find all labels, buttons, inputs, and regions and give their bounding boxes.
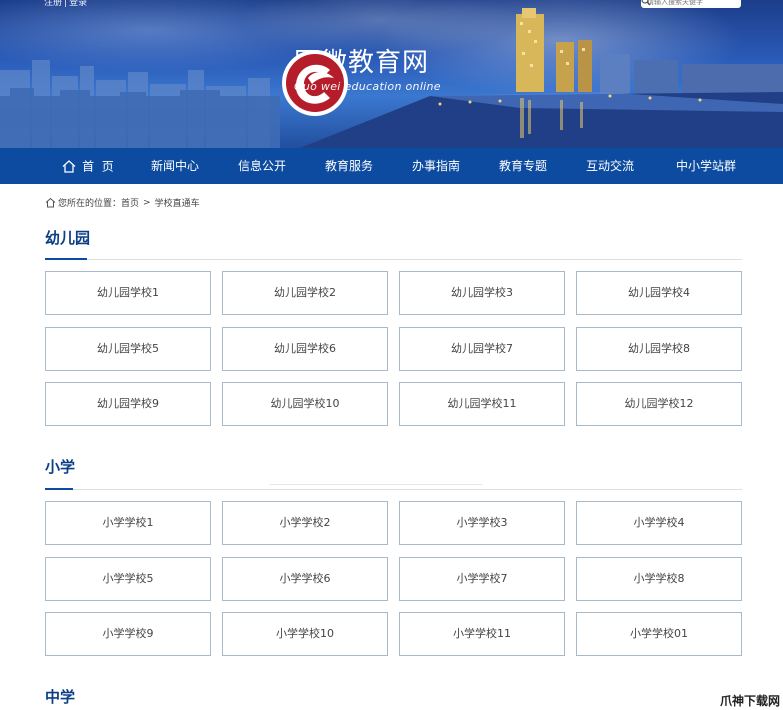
section-divider [45,489,742,490]
site-logo[interactable]: 国微教育网 Guo wei education online [280,48,441,116]
nav-item-news[interactable]: 新闻中心 [145,148,205,184]
header-banner: 注册|登录 国微教育网 Guo wei education online [0,0,783,148]
top-links: 注册 | 登录 [44,0,87,9]
school-link-button[interactable]: 幼儿园学校3 [399,271,565,315]
logo-title-en: Guo wei education online [294,80,441,93]
nav-item-school-sites[interactable]: 中小学站群 [668,148,744,184]
school-link-button[interactable]: 幼儿园学校4 [576,271,742,315]
school-link-button[interactable]: 幼儿园学校11 [399,382,565,426]
watermark-text: 爪神下载网 [720,694,781,708]
school-link-button[interactable]: 幼儿园学校8 [576,326,742,371]
school-link-button[interactable]: 小学学校01 [576,612,742,656]
overlay-artifact-line [270,484,482,485]
breadcrumb: 您所在的位置： 首页 > 学校直通车 [45,196,200,209]
school-link-button[interactable]: 小学学校3 [399,501,565,545]
search-box [641,0,741,8]
school-link-button[interactable]: 小学学校1 [45,501,211,545]
section-title-underline [45,488,73,490]
primary-school-grid: 小学学校1 小学学校2 小学学校3 小学学校4 小学学校5 小学学校6 小学学校7 小学学校8… [45,501,742,657]
school-link-button[interactable]: 小学学校4 [576,501,742,545]
breadcrumb-prefix: 您所在的位置： [58,199,122,209]
breadcrumb-separator: > [143,197,151,208]
kindergarten-school-grid: 幼儿园学校1 幼儿园学校2 幼儿园学校3 幼儿园学校4 幼儿园学校5 幼儿园学校6 幼儿园学… [45,271,742,427]
nav-item-services[interactable]: 教育服务 [319,148,379,184]
nav-item-topics[interactable]: 教育专题 [493,148,553,184]
breadcrumb-home-link[interactable]: 首页 [121,196,139,209]
school-link-button[interactable]: 幼儿园学校9 [45,382,211,426]
school-link-button[interactable]: 幼儿园学校5 [45,326,211,371]
school-link-button[interactable]: 幼儿园学校2 [222,271,388,315]
school-link-button[interactable]: 小学学校8 [576,556,742,601]
nav-item-home[interactable]: 首 页 [58,148,118,184]
section-divider [45,259,742,260]
register-link[interactable]: 注册 [44,0,62,8]
nav-item-info[interactable]: 信息公开 [232,148,292,184]
school-link-button[interactable]: 幼儿园学校1 [45,271,211,315]
breadcrumb-current: 学校直通车 [154,199,200,209]
breadcrumb-home-icon [45,197,56,208]
school-link-button[interactable]: 小学学校9 [45,612,211,656]
school-link-button[interactable]: 小学学校11 [399,612,565,656]
main-nav: 首 页 新闻中心 信息公开 教育服务 办事指南 教育专题 互动交流 中小学站群 [0,148,783,184]
school-link-button[interactable]: 小学学校6 [222,556,388,601]
school-link-button[interactable]: 小学学校5 [45,556,211,601]
section-title-middle: 中学 [45,688,76,706]
nav-item-label: 首 页 [82,159,114,174]
nav-item-guide[interactable]: 办事指南 [406,148,466,184]
section-title-underline [45,258,87,260]
school-link-button[interactable]: 幼儿园学校6 [222,326,388,371]
nav-item-interaction[interactable]: 互动交流 [580,148,640,184]
search-input[interactable] [641,0,717,7]
school-link-button[interactable]: 小学学校7 [399,556,565,601]
school-link-button[interactable]: 幼儿园学校12 [576,382,742,426]
login-link[interactable]: 登录 [69,0,87,8]
school-link-button[interactable]: 幼儿园学校10 [222,382,388,426]
section-title-kindergarten: 幼儿园 [45,229,91,247]
search-icon[interactable] [641,0,735,7]
top-links-separator: | [64,0,68,8]
school-link-button[interactable]: 小学学校10 [222,612,388,656]
home-icon [62,160,76,173]
school-link-button[interactable]: 小学学校2 [222,501,388,545]
section-title-primary: 小学 [45,458,76,476]
school-link-button[interactable]: 幼儿园学校7 [399,326,565,371]
